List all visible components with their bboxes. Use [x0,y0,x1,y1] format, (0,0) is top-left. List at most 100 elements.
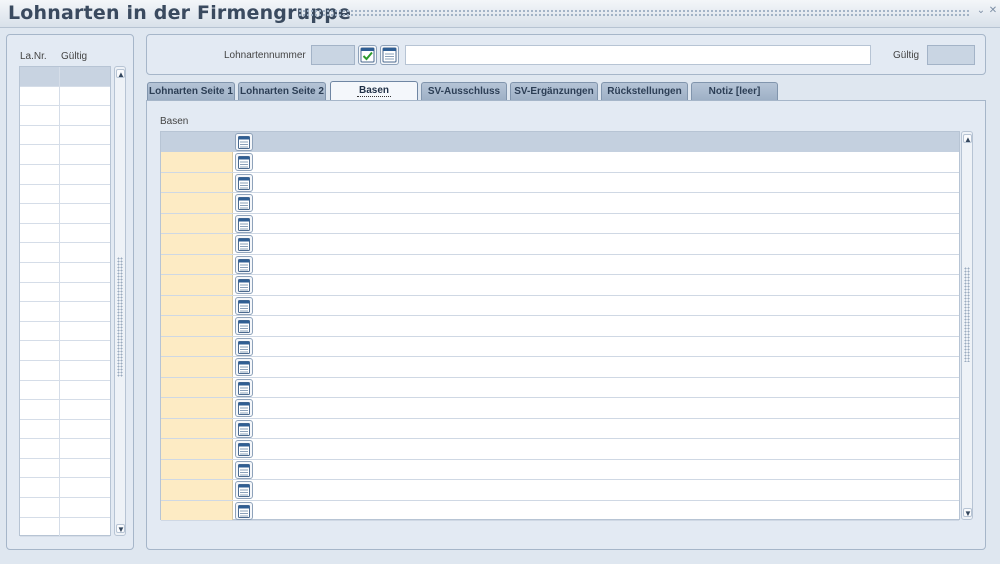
basis-key-cell[interactable] [161,480,233,500]
table-row[interactable] [161,193,959,214]
list-item[interactable] [20,419,110,440]
basis-key-cell[interactable] [161,357,233,377]
calculator-icon[interactable] [235,481,253,499]
list-scrollbar[interactable]: ▲ ▼ [114,66,126,536]
gueltig-field[interactable] [927,45,975,65]
calculator-icon[interactable] [235,419,253,438]
table-row[interactable] [161,459,959,480]
table-row[interactable] [161,439,959,460]
basen-grid[interactable] [160,131,960,521]
tab-lohnarten-seite-1[interactable]: Lohnarten Seite 1 [147,82,235,100]
table-row[interactable] [161,152,959,173]
table-row[interactable] [161,398,959,419]
basis-key-cell[interactable] [161,377,233,397]
tab-rueckstellungen[interactable]: Rückstellungen [601,82,688,100]
tab-basen[interactable]: Basen [330,81,418,101]
basis-key-cell[interactable] [161,295,233,315]
lohnarten-list[interactable] [19,66,111,538]
calculator-icon[interactable] [235,194,253,212]
basen-scrollbar[interactable]: ▲ ▼ [961,131,973,520]
basis-key-cell[interactable] [161,500,233,520]
table-row[interactable] [161,254,959,275]
table-row[interactable] [161,275,959,296]
calculator-icon[interactable] [235,214,253,233]
check-calendar-icon[interactable] [358,45,377,65]
scroll-down-icon[interactable]: ▼ [963,508,972,518]
scroll-down-icon[interactable]: ▼ [116,524,125,534]
tab-sv-ausschluss[interactable]: SV-Ausschluss [421,82,507,100]
calculator-icon[interactable] [235,296,253,315]
table-row[interactable] [161,480,959,501]
tab-lohnarten-seite-2[interactable]: Lohnarten Seite 2 [238,82,326,100]
table-row[interactable] [161,377,959,398]
scroll-thumb-grip[interactable] [117,257,123,377]
basis-key-cell[interactable] [161,316,233,336]
table-row[interactable] [161,336,959,357]
column-header-gueltig[interactable]: Gültig [61,51,87,62]
list-item[interactable] [20,184,110,205]
list-item[interactable] [20,341,110,361]
list-item[interactable] [20,282,110,303]
list-item[interactable] [20,243,110,263]
table-row[interactable] [161,316,959,337]
list-item[interactable] [20,439,110,459]
calculator-icon[interactable] [235,399,253,417]
list-item[interactable] [20,321,110,342]
basis-key-cell[interactable] [161,418,233,438]
calculator-icon[interactable] [235,255,253,274]
scroll-up-icon[interactable]: ▲ [116,69,125,79]
basis-key-cell[interactable] [161,193,233,213]
basis-key-cell[interactable] [161,336,233,356]
calculator-icon[interactable] [235,235,253,253]
list-item[interactable] [20,478,110,499]
lohnart-name-field[interactable] [405,45,871,65]
list-item[interactable] [20,204,110,224]
calculator-icon[interactable] [235,153,253,171]
list-item[interactable] [20,517,110,538]
basis-key-cell[interactable] [161,213,233,233]
table-row[interactable] [161,500,959,521]
close-icon[interactable]: ✕ [988,6,998,16]
list-item[interactable] [20,223,110,244]
list-item[interactable] [20,262,110,283]
scroll-up-icon[interactable]: ▲ [963,134,972,144]
list-item[interactable] [20,145,110,165]
calculator-icon[interactable] [235,317,253,335]
table-row[interactable] [161,357,959,378]
calculator-icon[interactable] [235,173,253,192]
basis-key-cell[interactable] [161,172,233,192]
table-row[interactable] [161,234,959,255]
calculator-icon[interactable] [235,460,253,479]
basis-key-cell[interactable] [161,234,233,254]
calculator-icon[interactable] [235,440,253,458]
calculator-icon[interactable] [235,276,253,294]
table-row[interactable] [161,295,959,316]
minimize-icon[interactable]: ⌄ [976,6,986,16]
calculator-icon[interactable] [235,337,253,356]
basis-key-cell[interactable] [161,254,233,274]
table-row[interactable] [161,418,959,439]
tab-notiz[interactable]: Notiz [leer] [691,82,778,100]
table-row[interactable] [161,213,959,234]
basis-key-cell[interactable] [161,152,233,172]
lohnartennummer-field[interactable] [311,45,355,65]
tab-sv-ergaenzungen[interactable]: SV-Ergänzungen [510,82,598,100]
list-item[interactable] [20,458,110,479]
calendar-list-icon[interactable] [380,45,399,65]
calculator-icon[interactable] [235,358,253,376]
column-header-la-nr[interactable]: La.Nr. [20,51,47,62]
scroll-thumb-grip[interactable] [964,267,970,362]
list-item[interactable] [20,125,110,146]
table-row[interactable] [161,172,959,193]
list-item[interactable] [20,106,110,126]
list-item[interactable] [20,400,110,420]
basis-key-cell[interactable] [161,459,233,479]
calculator-icon[interactable] [235,133,253,151]
calculator-icon[interactable] [235,378,253,397]
list-item[interactable] [20,380,110,401]
basis-key-cell[interactable] [161,439,233,459]
list-item[interactable] [20,360,110,381]
list-item[interactable] [20,67,110,87]
calculator-icon[interactable] [235,501,253,520]
list-item[interactable] [20,86,110,107]
